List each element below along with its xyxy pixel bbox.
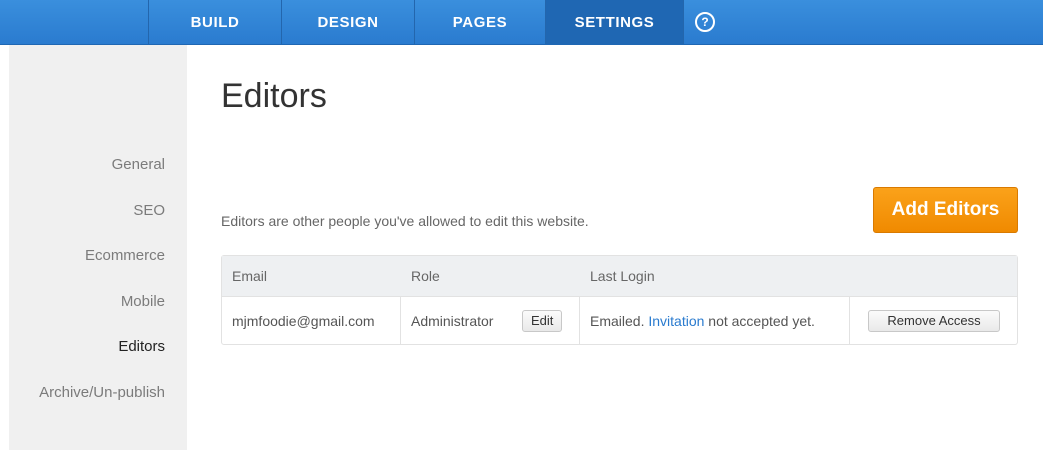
editors-table: Email Role Last Login mjmfoodie@gmail.co… bbox=[221, 255, 1018, 345]
tab-design[interactable]: DESIGN bbox=[282, 0, 415, 44]
table-row: mjmfoodie@gmail.com Administrator Edit E… bbox=[222, 297, 1017, 344]
sidebar-item-mobile[interactable]: Mobile bbox=[9, 293, 187, 310]
tab-build[interactable]: BUILD bbox=[149, 0, 282, 44]
add-editors-button[interactable]: Add Editors bbox=[873, 187, 1018, 233]
tab-settings[interactable]: SETTINGS bbox=[546, 0, 684, 44]
active-item-pointer bbox=[176, 336, 187, 358]
sidebar-item-general[interactable]: General bbox=[9, 156, 187, 173]
top-navigation-bar: BUILD DESIGN PAGES SETTINGS ? bbox=[0, 0, 1043, 45]
sidebar-item-archive-unpublish[interactable]: Archive/Un-publish bbox=[9, 384, 187, 401]
table-header: Email Role Last Login bbox=[222, 256, 1017, 297]
column-header-email: Email bbox=[232, 268, 268, 284]
edit-role-button[interactable]: Edit bbox=[522, 309, 563, 332]
nav-left-spacer bbox=[0, 0, 149, 44]
last-login-suffix: not accepted yet. bbox=[708, 312, 815, 329]
last-login-prefix: Emailed. bbox=[590, 312, 645, 329]
sidebar-item-editors[interactable]: Editors bbox=[9, 338, 187, 355]
tab-pages[interactable]: PAGES bbox=[415, 0, 546, 44]
editor-email: mjmfoodie@gmail.com bbox=[232, 312, 375, 329]
column-header-last-login: Last Login bbox=[590, 268, 655, 284]
help-circle-icon: ? bbox=[695, 12, 715, 32]
settings-sidebar: General SEO Ecommerce Mobile Editors Arc… bbox=[9, 45, 187, 450]
editors-description: Editors are other people you've allowed … bbox=[221, 213, 589, 229]
sidebar-item-seo[interactable]: SEO bbox=[9, 202, 187, 219]
remove-access-button[interactable]: Remove Access bbox=[868, 309, 1000, 332]
column-divider bbox=[400, 297, 401, 344]
page-title: Editors bbox=[221, 77, 327, 115]
last-login-cell: Emailed. Invitation not accepted yet. bbox=[590, 297, 850, 344]
column-divider bbox=[849, 297, 850, 344]
editor-role: Administrator bbox=[411, 312, 494, 329]
sidebar-item-ecommerce[interactable]: Ecommerce bbox=[9, 247, 187, 264]
invitation-link[interactable]: Invitation bbox=[648, 313, 704, 329]
column-header-role: Role bbox=[411, 268, 440, 284]
help-button[interactable]: ? bbox=[683, 0, 727, 44]
column-divider bbox=[579, 297, 580, 344]
